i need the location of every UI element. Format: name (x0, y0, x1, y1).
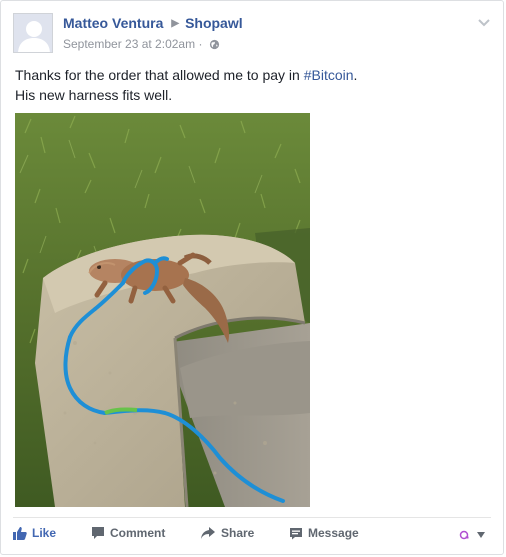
avatar[interactable] (13, 13, 53, 53)
comment-button[interactable]: Comment (91, 526, 165, 543)
like-button[interactable]: Like (13, 526, 56, 543)
post-header: Matteo Ventura ▶ Shopawl (63, 15, 243, 31)
post-text-prefix: Thanks for the order that allowed me to … (15, 67, 304, 83)
chevron-down-icon[interactable] (477, 15, 491, 27)
message-icon (289, 526, 303, 543)
like-label: Like (32, 526, 57, 540)
reaction-selector[interactable] (459, 528, 489, 542)
post-text-suffix: . (353, 67, 358, 83)
share-arrow-icon (200, 526, 216, 543)
globe-icon[interactable] (209, 39, 220, 53)
comment-bubble-icon (91, 526, 105, 543)
photo-bearded-dragon-on-concrete (15, 113, 310, 507)
share-button[interactable]: Share (200, 526, 254, 543)
post-body: Thanks for the order that allowed me to … (15, 65, 485, 105)
hashtag-link[interactable]: #Bitcoin (304, 67, 354, 83)
reaction-selector-icon (459, 530, 485, 540)
author-name[interactable]: Matteo Ventura (63, 15, 163, 31)
default-avatar-icon (14, 14, 52, 52)
thumbs-up-icon (13, 526, 27, 543)
post-action-bar: Like Comment Share Message (13, 517, 491, 548)
post-text-line-2: His new harness fits well. (15, 87, 173, 103)
comment-label: Comment (110, 526, 166, 540)
triangle-right-icon: ▶ (171, 18, 180, 29)
meta-separator: · (198, 37, 203, 51)
post-meta: September 23 at 2:02am · (63, 37, 220, 53)
post-text-line-1: Thanks for the order that allowed me to … (15, 65, 485, 85)
message-label: Message (308, 526, 359, 540)
share-label: Share (221, 526, 255, 540)
target-page-name[interactable]: Shopawl (185, 15, 243, 31)
post-photo[interactable] (15, 113, 310, 507)
post-timestamp[interactable]: September 23 at 2:02am (63, 37, 195, 51)
feed-post: Matteo Ventura ▶ Shopawl September 23 at 2… (0, 0, 504, 555)
message-button[interactable]: Message (289, 526, 359, 543)
